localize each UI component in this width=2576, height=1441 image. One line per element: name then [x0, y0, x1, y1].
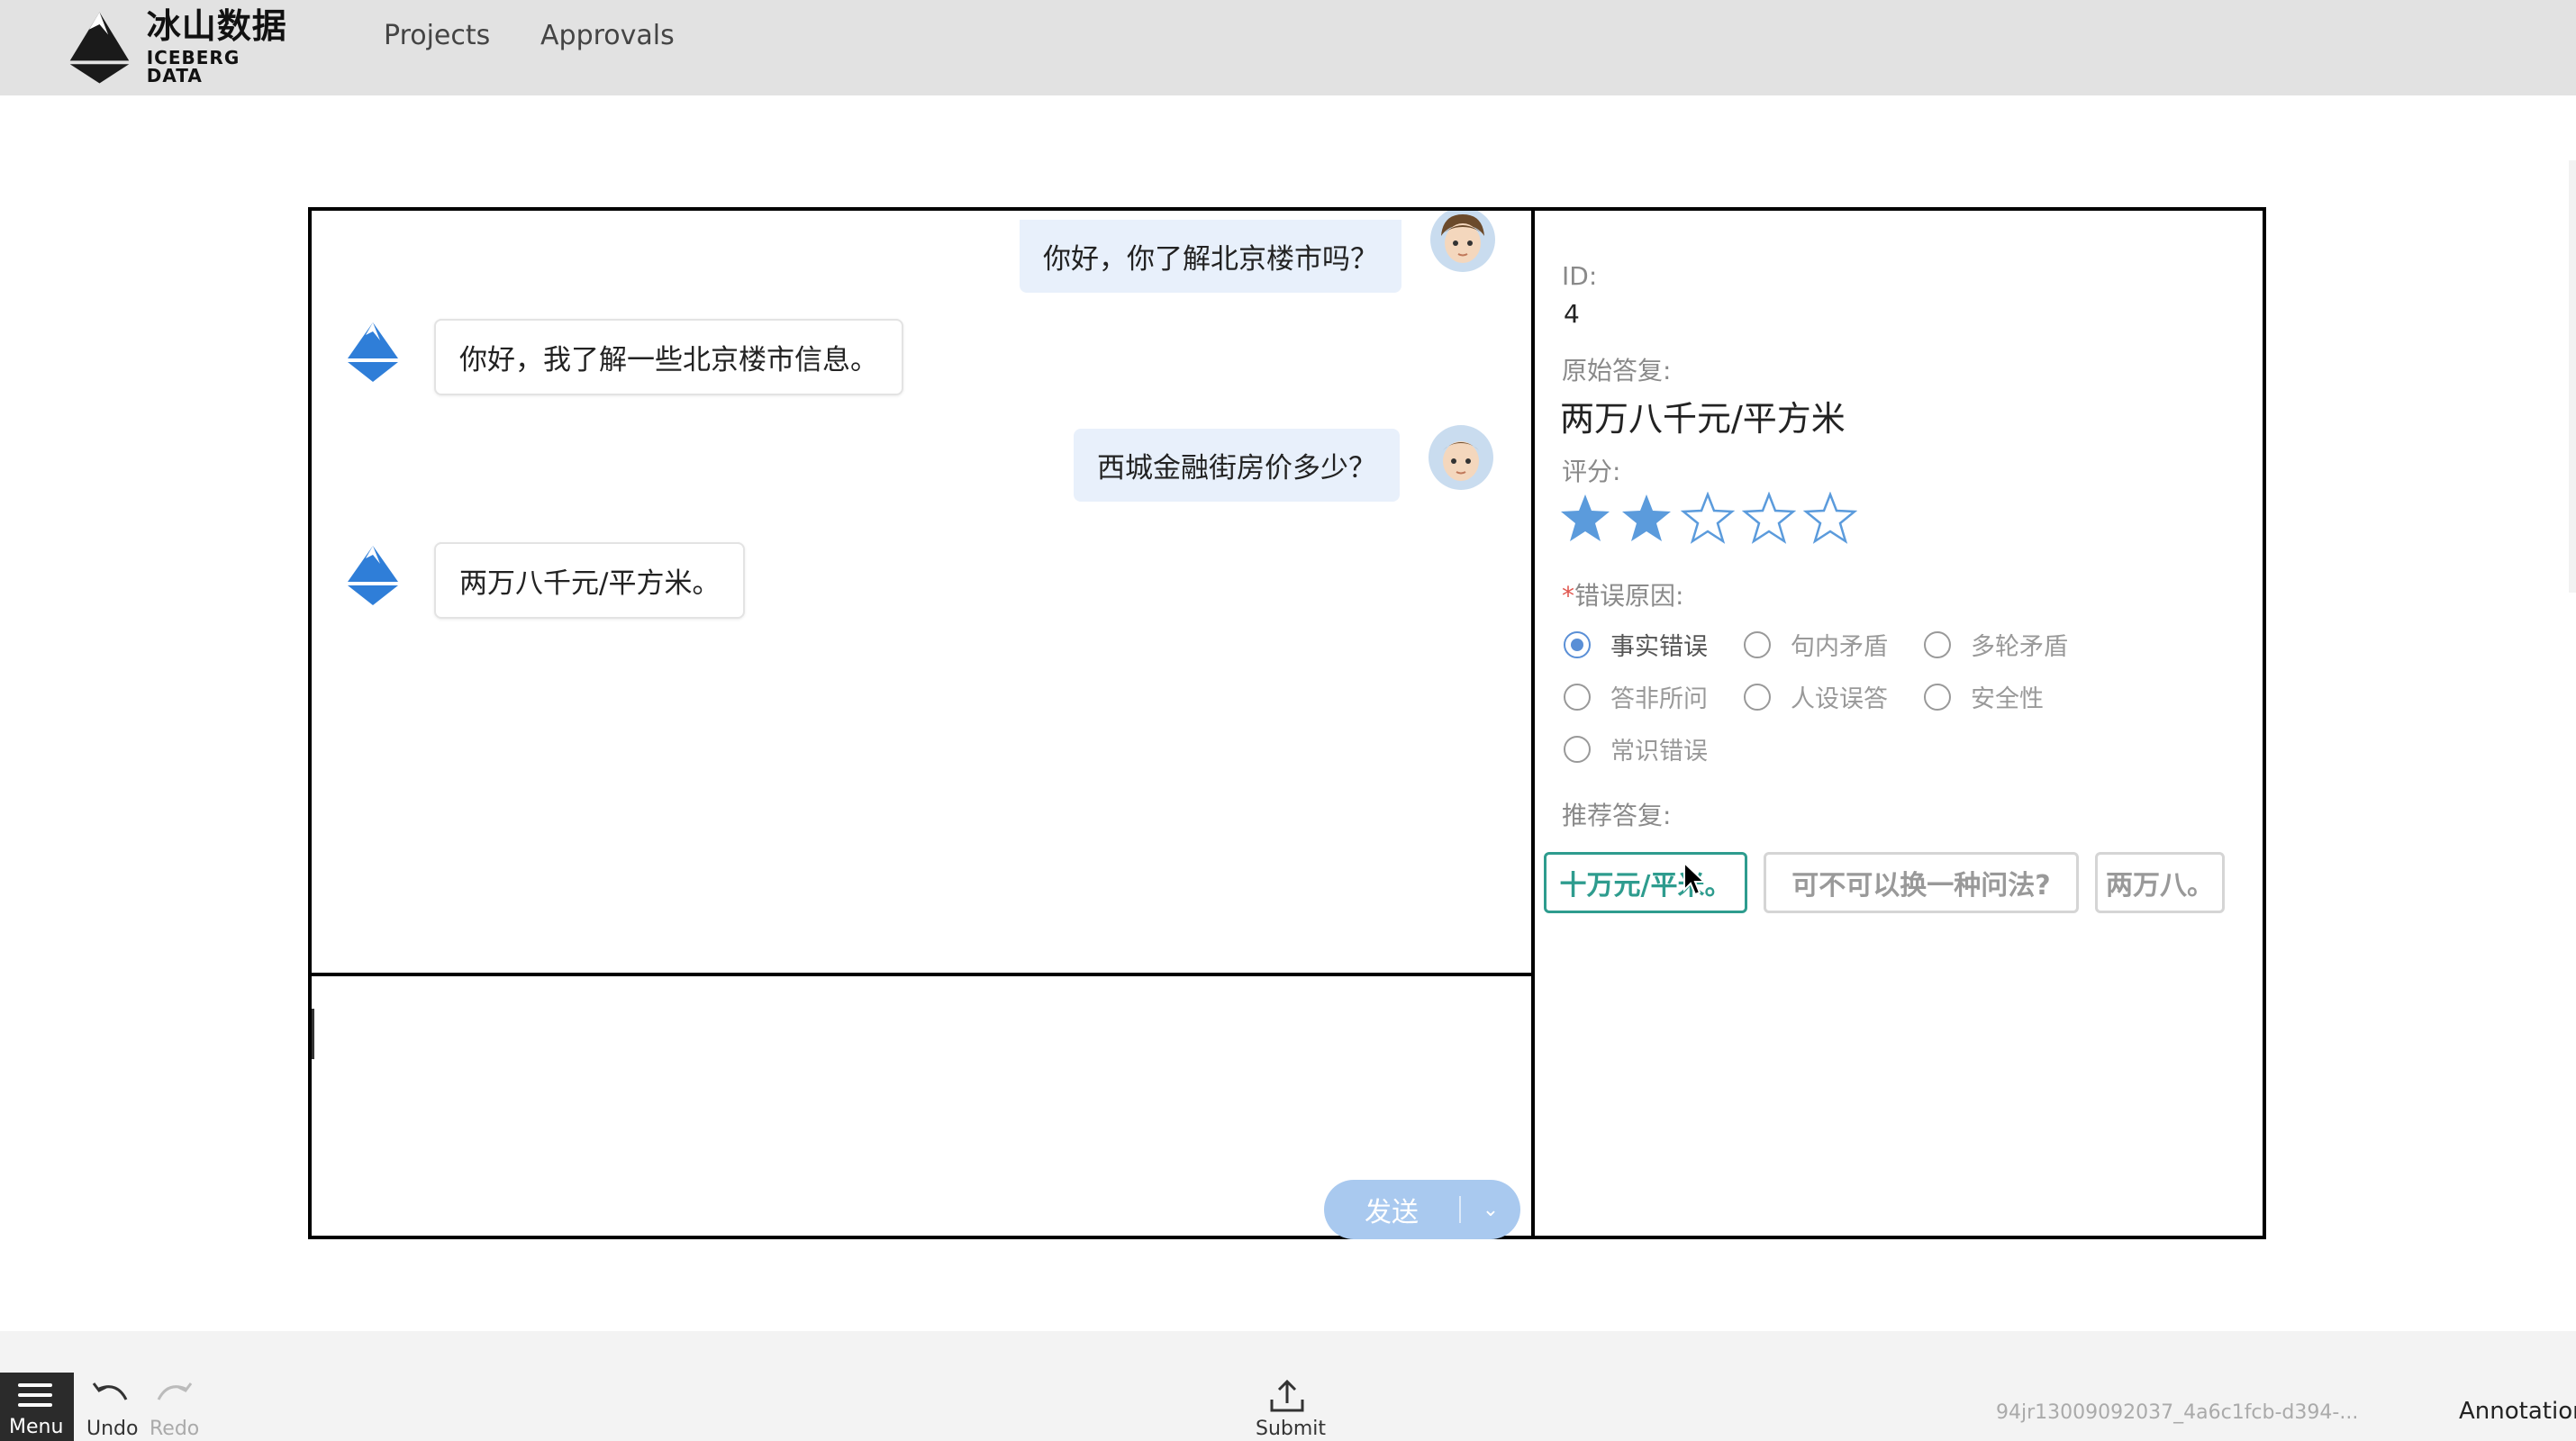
radio-label: 答非所问 — [1610, 685, 1708, 713]
radio-error-irrelevant[interactable]: 答非所问 — [1564, 679, 1708, 714]
radio-label: 常识错误 — [1610, 738, 1708, 766]
suggestion-chip[interactable]: 十万元/平米。 — [1544, 852, 1747, 913]
radio-dot[interactable] — [1564, 735, 1591, 763]
chat-history-panel: 你好，你了解北京楼市吗？ 你好，我了解一些北京楼市信息。 西城金融街房价多少？ — [312, 211, 1535, 976]
radio-error-common-sense[interactable]: 常识错误 — [1564, 731, 1708, 766]
radio-error-factual[interactable]: 事实错误 — [1564, 627, 1708, 662]
bottom-toolbar: Menu Undo Redo Submit 94jr13009092037_4a… — [0, 1331, 2576, 1441]
radio-dot[interactable] — [1924, 630, 1951, 658]
radio-dot[interactable] — [1744, 683, 1771, 711]
brand-name-cn: 冰山数据 — [146, 6, 287, 46]
submit-button[interactable]: Submit — [1256, 1418, 1326, 1440]
user-avatar-icon — [1429, 425, 1493, 490]
user-bubble: 西城金融街房价多少？ — [1074, 429, 1400, 502]
radio-dot[interactable] — [1564, 630, 1591, 658]
nav-projects-link[interactable]: Projects — [384, 20, 490, 51]
annotation-frame: 你好，你了解北京楼市吗？ 你好，我了解一些北京楼市信息。 西城金融街房价多少？ — [308, 207, 2266, 1239]
radio-error-safety[interactable]: 安全性 — [1924, 679, 2044, 714]
radio-error-sentence-contradiction[interactable]: 句内矛盾 — [1744, 627, 1888, 662]
annotation-mode-label[interactable]: Annotation — [2459, 1398, 2576, 1425]
user-bubble: 你好，你了解北京楼市吗？ — [1020, 220, 1401, 293]
original-reply-value: 两万八千元/平方米 — [1560, 399, 1846, 439]
send-label: 发送 — [1365, 1197, 1419, 1228]
id-value: 4 — [1564, 299, 1580, 329]
user-avatar-icon — [1430, 211, 1495, 272]
task-id-link[interactable]: 94jr13009092037_4a6c1fcb-d394-... — [1996, 1401, 2358, 1424]
nav-approvals-link[interactable]: Approvals — [540, 20, 675, 51]
suggestion-chip[interactable]: 可不可以换一种问法? — [1764, 852, 2079, 913]
error-reason-text: 错误原因: — [1574, 581, 1684, 611]
star-filled-icon[interactable] — [1558, 492, 1612, 546]
id-label: ID: — [1562, 261, 1598, 291]
top-navigation-bar: 冰山数据 ICEBERG DATA Projects Approvals — [0, 0, 2576, 95]
radio-label: 安全性 — [1971, 685, 2044, 713]
bot-avatar-icon — [348, 546, 398, 605]
radio-label: 句内矛盾 — [1791, 633, 1888, 661]
send-button[interactable]: 发送 ⌄ — [1324, 1180, 1520, 1239]
message-input-area[interactable]: 发送 ⌄ — [312, 976, 1535, 1239]
page-scrollbar[interactable] — [2569, 160, 2576, 593]
star-empty-icon[interactable] — [1681, 492, 1735, 546]
brand-logo[interactable]: 冰山数据 ICEBERG DATA — [63, 5, 297, 88]
chat-message-bot: 你好，我了解一些北京楼市信息。 — [339, 317, 903, 395]
rating-label: 评分: — [1562, 457, 1621, 486]
menu-button[interactable]: Menu — [0, 1373, 74, 1441]
star-empty-icon[interactable] — [1803, 492, 1857, 546]
suggestion-chip[interactable]: 两万八。 — [2095, 852, 2225, 913]
required-mark: * — [1562, 581, 1574, 611]
hamburger-icon — [18, 1383, 52, 1413]
brand-name-en: ICEBERG DATA — [146, 47, 240, 86]
radio-dot[interactable] — [1564, 683, 1591, 711]
bot-avatar-icon — [348, 322, 398, 382]
radio-dot[interactable] — [1744, 630, 1771, 658]
bot-bubble: 两万八千元/平方米。 — [434, 542, 746, 619]
annotation-side-panel: ID: 4 原始答复: 两万八千元/平方米 评分: *错误原因: 事实错误 句内… — [1535, 211, 2263, 1236]
star-filled-icon[interactable] — [1619, 492, 1673, 546]
redo-label: Redo — [150, 1418, 200, 1440]
radio-label: 事实错误 — [1610, 633, 1708, 661]
undo-icon[interactable] — [90, 1380, 132, 1410]
star-empty-icon[interactable] — [1742, 492, 1796, 546]
redo-icon[interactable] — [153, 1380, 195, 1410]
iceberg-logo-icon — [69, 12, 130, 84]
original-reply-label: 原始答复: — [1562, 356, 1672, 385]
mouse-pointer-icon — [1683, 861, 1706, 896]
radio-error-persona[interactable]: 人设误答 — [1744, 679, 1888, 714]
suggested-reply-label: 推荐答复: — [1562, 801, 1672, 830]
chevron-down-icon[interactable]: ⌄ — [1461, 1199, 1520, 1221]
undo-label[interactable]: Undo — [86, 1418, 138, 1440]
chat-message-user: 西城金融街房价多少？ — [1074, 425, 1495, 502]
error-reason-label: *错误原因: — [1562, 576, 1683, 612]
radio-error-multiturn-contradiction[interactable]: 多轮矛盾 — [1924, 627, 2068, 662]
radio-label: 多轮矛盾 — [1971, 633, 2068, 661]
chat-message-user: 你好，你了解北京楼市吗？ — [1020, 211, 1497, 293]
upload-icon[interactable] — [1268, 1378, 1306, 1414]
radio-label: 人设误答 — [1791, 685, 1888, 713]
radio-dot[interactable] — [1924, 683, 1951, 711]
text-cursor — [312, 1009, 314, 1059]
chat-message-bot: 两万八千元/平方米。 — [339, 540, 746, 619]
bot-bubble: 你好，我了解一些北京楼市信息。 — [434, 319, 903, 395]
menu-label: Menu — [9, 1416, 64, 1438]
